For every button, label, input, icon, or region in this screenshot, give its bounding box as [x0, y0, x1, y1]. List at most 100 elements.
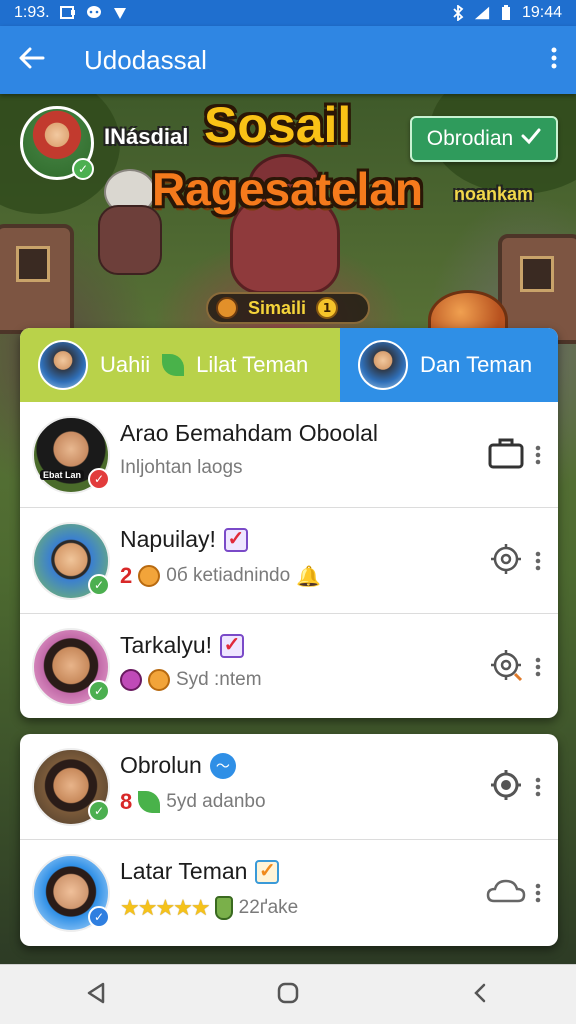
status-time-right: 19:44	[521, 4, 562, 21]
check-icon	[521, 127, 541, 151]
tab-bar: Uahii Lilat Teman Dan Teman	[20, 328, 558, 402]
row-more-button[interactable]	[532, 546, 544, 576]
battery-icon	[498, 5, 514, 21]
friend-row[interactable]: Ebat Lan ✓ Arao Бemahdam Oboolal Inljoht…	[20, 402, 558, 508]
notification-icon	[59, 5, 76, 21]
cloud-button[interactable]	[486, 873, 526, 913]
friend-status: 5yd adanbo	[166, 791, 266, 812]
checkmark-icon: ✓	[220, 633, 245, 658]
friend-name: Arao Бemahdam Oboolal	[120, 420, 379, 446]
join-button-label: Obrodian	[426, 127, 514, 150]
friend-status: Syd :ntem	[176, 669, 262, 690]
row-more-button[interactable]	[532, 440, 544, 470]
gear-button[interactable]	[486, 541, 526, 581]
level-label: Simaili	[248, 297, 307, 318]
friend-row[interactable]: ✓ Obrolun 〜 8 5yd adanbo	[20, 734, 558, 840]
banner-title-line1: Sosail	[204, 97, 352, 153]
potion-icon	[214, 896, 233, 920]
tab-avatar	[38, 340, 88, 390]
banner-subtitle: INásdial	[104, 124, 189, 149]
row-more-button[interactable]	[532, 772, 544, 802]
avatar-caption: Ebat Lan	[40, 469, 85, 480]
avatar: Ebat Lan ✓	[32, 415, 110, 494]
checkmark-icon: ✓	[255, 859, 280, 884]
avatar: ✓	[32, 854, 110, 932]
bell-icon: 🔔	[296, 565, 322, 588]
nav-back-icon	[85, 981, 107, 1009]
gear-icon	[488, 541, 524, 581]
nav-recents-icon	[472, 981, 488, 1009]
shield-icon	[112, 5, 128, 21]
page-title: Udodassal	[84, 44, 207, 75]
nav-home-icon	[276, 981, 300, 1009]
verified-check-icon: ✓	[72, 158, 94, 180]
tab-avatar	[358, 340, 408, 390]
status-time-left: 1:93.	[14, 4, 50, 21]
friend-status: 22ґake	[238, 897, 299, 918]
chat-bubble-icon	[86, 5, 102, 21]
cloud-icon	[486, 877, 526, 909]
arrow-left-icon	[19, 47, 45, 73]
banner-title-line2: Ragesatelan	[152, 163, 424, 215]
status-badge: ✓	[88, 906, 110, 928]
leaf-icon	[138, 791, 161, 813]
friend-name: Napuilay!	[120, 526, 216, 552]
gear-button[interactable]	[486, 767, 526, 807]
checkmark-icon: ✓	[223, 527, 248, 552]
status-badge: ✓	[88, 799, 110, 822]
tab-dan-teman[interactable]: Dan Teman	[340, 328, 558, 402]
row-more-button[interactable]	[532, 878, 544, 908]
leaf-icon	[162, 354, 185, 376]
pet-face-icon	[216, 297, 238, 319]
friend-row[interactable]: ✓ Tarkalyu! ✓ Syd :ntem	[20, 614, 558, 718]
status-bar: 1:93. 19:44	[0, 0, 576, 26]
game-token-icon	[120, 669, 142, 691]
avatar: ✓	[32, 628, 110, 706]
status-badge: ✓	[88, 573, 110, 596]
system-nav-bar	[0, 964, 576, 1024]
gear-icon	[488, 767, 524, 807]
friends-panel-secondary: ✓ Obrolun 〜 8 5yd adanbo ✓ Latar Teman ✓…	[20, 734, 558, 946]
nav-recents-button[interactable]	[450, 965, 510, 1024]
banner-tagline: noankam	[454, 184, 534, 204]
avatar: ✓	[32, 747, 110, 826]
briefcase-icon	[488, 437, 524, 473]
friend-name: Obrolun	[120, 752, 202, 778]
tab-label: Uahii	[100, 352, 151, 377]
row-more-button[interactable]	[532, 652, 544, 682]
smiley-icon	[148, 669, 170, 691]
status-badge: ✓	[88, 680, 110, 702]
nav-back-button[interactable]	[66, 965, 126, 1024]
overflow-menu-button[interactable]	[532, 26, 576, 94]
briefcase-button[interactable]	[486, 435, 526, 475]
friend-count: 8	[120, 789, 133, 814]
friend-count: 2	[120, 563, 133, 588]
friend-row[interactable]: ✓ Latar Teman ✓ ★★★★★ 22ґake	[20, 840, 558, 946]
gear-icon	[488, 647, 524, 687]
friends-panel: Uahii Lilat Teman Dan Teman Ebat Lan ✓ A…	[20, 328, 558, 718]
smiley-icon	[138, 565, 161, 587]
wave-icon: 〜	[209, 752, 236, 779]
app-bar: Udodassal	[0, 26, 576, 94]
friend-status: Inljohtan laogs	[120, 457, 243, 478]
coin-icon: 1	[316, 297, 339, 319]
level-indicator: Simaili 1	[206, 292, 370, 324]
friend-status: 0б ketiadnindo	[166, 565, 291, 586]
tab-label: Dan Teman	[420, 352, 533, 377]
nav-home-button[interactable]	[258, 965, 318, 1024]
bluetooth-icon	[450, 5, 466, 21]
join-button[interactable]: Obrodian	[410, 116, 558, 162]
more-vert-icon	[551, 47, 557, 73]
friend-name: Tarkalyu!	[120, 632, 213, 658]
back-button[interactable]	[0, 26, 64, 94]
tab-label-secondary: Lilat Teman	[196, 352, 309, 377]
house-decoration	[0, 224, 74, 334]
avatar: ✓	[32, 521, 110, 600]
friend-row[interactable]: ✓ Napuilay! ✓ 2 0б ketiadnindo 🔔	[20, 508, 558, 614]
friend-name: Latar Teman	[120, 858, 248, 884]
tab-lihat-teman[interactable]: Uahii Lilat Teman	[20, 328, 340, 402]
status-badge: ✓	[88, 467, 110, 490]
gear-button[interactable]	[486, 647, 526, 687]
signal-icon	[474, 5, 490, 21]
star-rating: ★★★★★	[120, 895, 211, 920]
